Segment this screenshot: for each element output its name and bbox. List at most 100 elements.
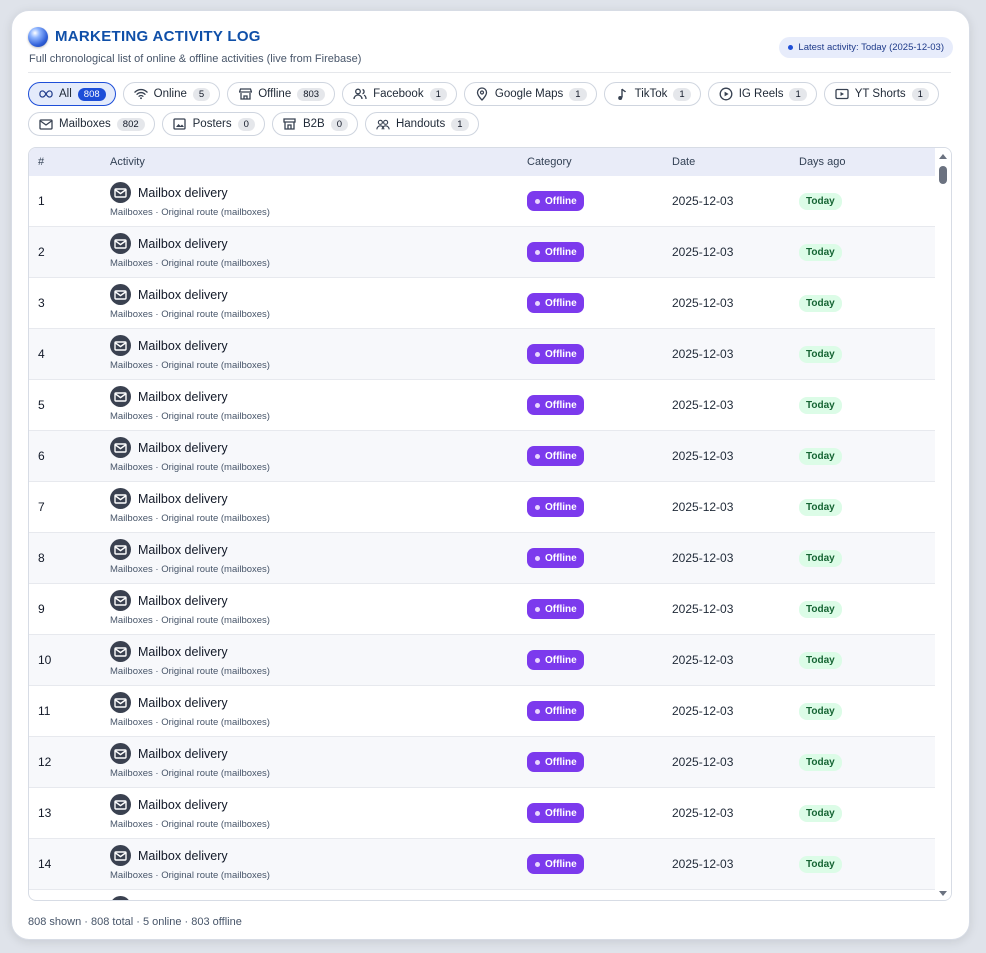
table-scrollbar[interactable] (935, 148, 951, 900)
category-label: Offline (545, 603, 577, 615)
filter-chip-all[interactable]: All 808 (28, 82, 116, 106)
table-row[interactable]: 2 Mailbox delivery Mailboxes · Original ro… (29, 227, 937, 278)
table-row[interactable]: 1 Mailbox delivery Mailboxes · Original ro… (29, 176, 937, 227)
scroll-up-arrow-icon[interactable] (939, 154, 947, 159)
table-row[interactable]: 8 Mailbox delivery Mailboxes · Original ro… (29, 533, 937, 584)
category-badge: Offline (527, 752, 584, 772)
activity-date: 2025-12-03 (672, 653, 734, 667)
col-header-category[interactable]: Category (527, 156, 572, 168)
table-row[interactable]: 10 Mailbox delivery Mailboxes · Original r… (29, 635, 937, 686)
row-number: 6 (38, 449, 45, 463)
filter-chip-posters[interactable]: Posters 0 (161, 112, 265, 136)
days-ago-badge: Today (799, 295, 842, 312)
filter-chip-online[interactable]: Online 5 (122, 82, 221, 106)
filter-chip-count: 803 (297, 87, 326, 101)
filter-chip-count: 0 (237, 117, 255, 131)
category-badge: Offline (527, 650, 584, 670)
activity-subtitle: Mailboxes · Original route (mailboxes) (110, 207, 270, 218)
filter-chip-b2b[interactable]: B2B 0 (271, 112, 358, 136)
filter-row-2: Mailboxes 802 Posters 0 B2B 0 Handouts 1 (28, 112, 958, 136)
table-row[interactable]: 11 Mailbox delivery Mailboxes · Original r… (29, 686, 937, 737)
category-badge: Offline (527, 599, 584, 619)
infinity-icon (39, 87, 53, 101)
badge-dot-icon (535, 453, 540, 459)
filter-chip-handouts[interactable]: Handouts 1 (364, 112, 479, 136)
filter-chip-label: All (59, 88, 72, 100)
category-label: Offline (545, 552, 577, 564)
days-ago-badge: Today (799, 397, 842, 414)
filter-chip-count: 1 (429, 87, 447, 101)
category-badge: Offline (527, 701, 584, 721)
activity-title: Mailbox delivery (138, 492, 228, 506)
header: MARKETING ACTIVITY LOG Full chronologica… (28, 27, 953, 73)
filter-chip-yt-shorts[interactable]: YT Shorts 1 (823, 82, 939, 106)
users-icon (353, 87, 367, 101)
activity-title: Mailbox delivery (138, 594, 228, 608)
activity-subtitle: Mailboxes · Original route (mailboxes) (110, 513, 270, 524)
store-icon (238, 87, 252, 101)
image-icon (173, 117, 187, 131)
col-header-days-ago[interactable]: Days ago (799, 156, 845, 168)
category-label: Offline (545, 450, 577, 462)
badge-dot-icon (535, 198, 540, 204)
table-row[interactable]: 12 Mailbox delivery Mailboxes · Original r… (29, 737, 937, 788)
col-header-activity[interactable]: Activity (110, 156, 145, 168)
activity-title: Mailbox delivery (138, 747, 228, 761)
activity-date: 2025-12-03 (672, 500, 734, 514)
activity-subtitle: Mailboxes · Original route (mailboxes) (110, 819, 270, 830)
activity-title: Mailbox delivery (138, 237, 228, 251)
activity-subtitle: Mailboxes · Original route (mailboxes) (110, 360, 270, 371)
row-number: 9 (38, 602, 45, 616)
filter-row-1: All 808 Online 5 Offline 803 Facebook 1 Google M… (28, 82, 958, 106)
activity-subtitle: Mailboxes · Original route (mailboxes) (110, 717, 270, 728)
table-row[interactable]: 3 Mailbox delivery Mailboxes · Original ro… (29, 278, 937, 329)
table-row[interactable]: 6 Mailbox delivery Mailboxes · Original ro… (29, 431, 937, 482)
activity-subtitle: Mailboxes · Original route (mailboxes) (110, 462, 270, 473)
category-badge: Offline (527, 242, 584, 262)
badge-dot-icon (535, 300, 540, 306)
table-row[interactable]: 5 Mailbox delivery Mailboxes · Original ro… (29, 380, 937, 431)
scroll-down-arrow-icon[interactable] (939, 891, 947, 896)
badge-dot-icon (535, 657, 540, 663)
filter-chip-google-maps[interactable]: Google Maps 1 (463, 82, 597, 106)
category-label: Offline (545, 501, 577, 513)
badge-dot-icon (535, 504, 540, 510)
status-dot-icon (788, 45, 794, 50)
activity-date: 2025-12-03 (672, 755, 734, 769)
badge-dot-icon (535, 555, 540, 561)
filter-chip-ig-reels[interactable]: IG Reels 1 (707, 82, 817, 106)
row-number: 8 (38, 551, 45, 565)
play-circle-icon (719, 87, 733, 101)
mail-icon (110, 794, 131, 815)
badge-dot-icon (535, 606, 540, 612)
filter-chip-offline[interactable]: Offline 803 (227, 82, 336, 106)
activity-log-card: MARKETING ACTIVITY LOG Full chronologica… (11, 10, 970, 940)
activity-title: Mailbox delivery (138, 390, 228, 404)
badge-dot-icon (535, 351, 540, 357)
activity-table: # Activity Category Date Days ago 1 Mailb… (28, 147, 952, 901)
category-badge: Offline (527, 548, 584, 568)
filter-chip-tiktok[interactable]: TikTok 1 (603, 82, 701, 106)
filter-chip-facebook[interactable]: Facebook 1 (342, 82, 457, 106)
activity-title: Mailbox delivery (138, 849, 228, 863)
badge-dot-icon (535, 249, 540, 255)
filter-chip-mailboxes[interactable]: Mailboxes 802 (28, 112, 155, 136)
table-row[interactable]: 4 Mailbox delivery Mailboxes · Original ro… (29, 329, 937, 380)
row-number: 3 (38, 296, 45, 310)
table-row[interactable]: 14 Mailbox delivery Mailboxes · Original r… (29, 839, 937, 890)
mail-icon (110, 437, 131, 458)
table-row[interactable]: 9 Mailbox delivery Mailboxes · Original ro… (29, 584, 937, 635)
video-icon (835, 87, 849, 101)
scrollbar-thumb[interactable] (939, 166, 947, 184)
people-icon (376, 117, 390, 131)
filter-chip-label: Handouts (395, 118, 446, 130)
wifi-icon (133, 87, 148, 101)
table-row[interactable]: 13 Mailbox delivery Mailboxes · Original r… (29, 788, 937, 839)
col-header-date[interactable]: Date (672, 156, 695, 168)
filter-chip-count: 1 (789, 87, 807, 101)
table-row[interactable]: 7 Mailbox delivery Mailboxes · Original ro… (29, 482, 937, 533)
table-summary: 808 shown · 808 total · 5 online · 803 o… (28, 916, 242, 928)
col-header-num[interactable]: # (38, 156, 44, 168)
category-badge: Offline (527, 191, 584, 211)
days-ago-badge: Today (799, 601, 842, 618)
